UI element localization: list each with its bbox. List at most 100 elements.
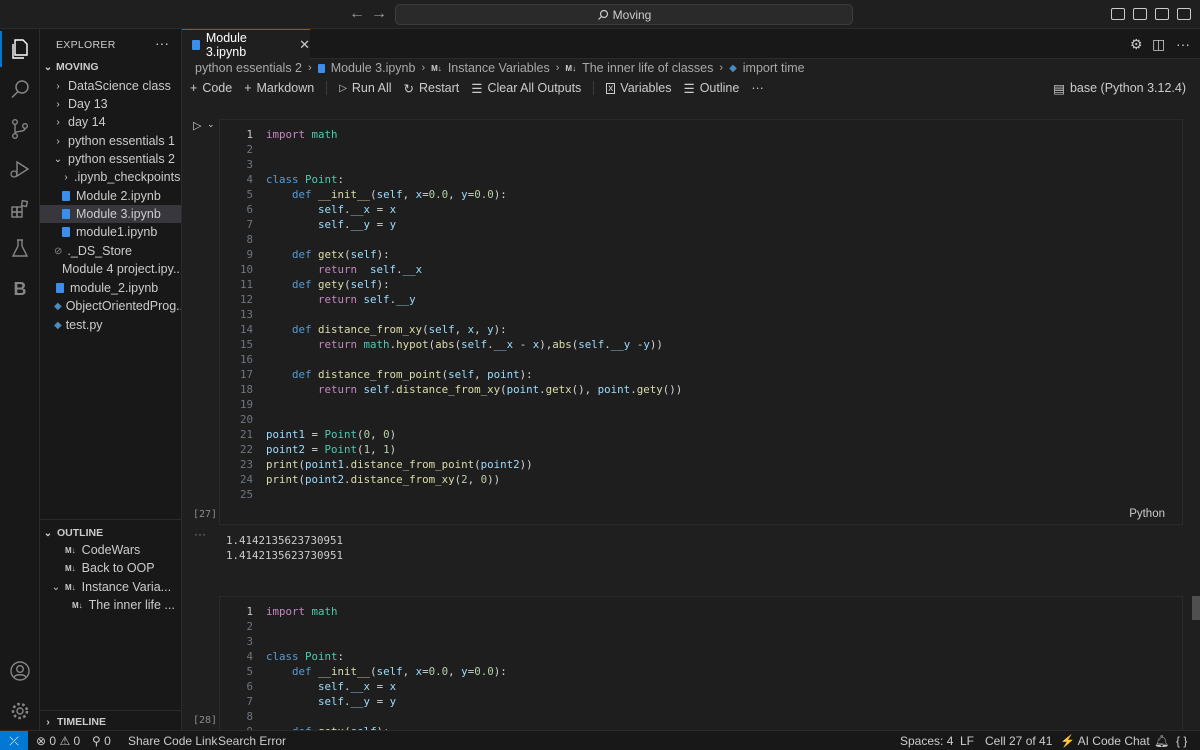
file-item[interactable]: Module 4 project.ipy... <box>40 260 181 278</box>
indentation-setting[interactable]: Spaces: 4 <box>900 734 953 748</box>
code-line: 4 class Point: <box>246 173 345 186</box>
file-item[interactable]: ◆ test.py <box>40 316 181 334</box>
timeline-section-header[interactable]: › TIMELINE <box>40 712 181 730</box>
tab-module-3[interactable]: Module 3.ipynb ✕ <box>182 29 310 59</box>
chevron-right-icon: › <box>56 116 60 128</box>
search-error[interactable]: Search Error <box>218 734 286 748</box>
settings-gear-icon[interactable]: ⚙ <box>1130 36 1143 53</box>
source-control-icon[interactable] <box>0 111 40 147</box>
chevron-right-icon: › <box>308 62 312 74</box>
chevron-right-icon: › <box>64 171 68 183</box>
file-item[interactable]: ◆ ObjectOrientedProg... <box>40 297 181 315</box>
outline-section-header[interactable]: ⌄ OUTLINE <box>40 523 181 543</box>
b-extension-icon[interactable]: B <box>0 271 40 307</box>
variables-button[interactable]: x Variables <box>606 81 671 95</box>
code-line: 6 self.__x = x <box>246 680 397 693</box>
plus-icon: + <box>190 81 198 95</box>
python-file-icon: ◆ <box>54 300 62 312</box>
toggle-panel-icon[interactable] <box>1133 8 1147 20</box>
search-icon[interactable] <box>0 71 40 107</box>
more-actions-icon[interactable]: ··· <box>1176 36 1190 52</box>
breadcrumb-subsection[interactable]: The inner life of classes <box>582 61 713 75</box>
clear-all-icon: ☰ <box>471 81 483 96</box>
file-item-selected[interactable]: Module 3.ipynb <box>40 205 181 223</box>
manage-gear-icon[interactable] <box>0 693 40 729</box>
file-item[interactable]: module1.ipynb <box>40 223 181 241</box>
notebook-file-icon <box>317 63 325 73</box>
markdown-icon: M↓ <box>565 63 577 73</box>
code-line: 9 def getx(self): <box>246 248 390 261</box>
accounts-icon[interactable] <box>0 653 40 689</box>
run-all-button[interactable]: ▷ Run All <box>339 81 391 95</box>
ai-code-chat[interactable]: ⚡ AI Code Chat <box>1060 734 1150 748</box>
share-code-link[interactable]: Share Code Link <box>128 734 217 748</box>
outline-item[interactable]: ⌄ M↓ Instance Varia... <box>40 578 181 596</box>
code-cell[interactable]: 1 import math 2 3 4 class Point: 5 def __i… <box>219 119 1183 525</box>
outline-item[interactable]: M↓ Back to OOP <box>40 559 181 577</box>
forward-arrow-icon[interactable]: → <box>371 5 387 23</box>
extensions-icon[interactable] <box>0 191 40 227</box>
chevron-down-icon: ⌄ <box>51 581 61 593</box>
output-more-icon[interactable]: ··· <box>194 527 206 541</box>
chevron-down-icon: ⌄ <box>43 61 53 73</box>
close-icon[interactable]: ✕ <box>299 37 310 53</box>
ports-indicator[interactable]: ⚲ 0 <box>92 734 111 748</box>
code-cell[interactable]: 1 import math 2 3 4 class Point: 5 def __i… <box>219 596 1183 730</box>
outline-item[interactable]: M↓ CodeWars <box>40 541 181 559</box>
outline-item[interactable]: M↓ The inner life ... <box>40 596 181 614</box>
problems-indicator[interactable]: ⊗ 0 ⚠ 0 <box>36 734 80 748</box>
error-icon: ⊗ <box>36 734 47 748</box>
folder-item[interactable]: › day 14 <box>40 113 181 131</box>
folder-item[interactable]: › DataScience class <box>40 77 181 95</box>
scrollbar-thumb[interactable] <box>1192 596 1200 620</box>
folder-item[interactable]: › .ipynb_checkpoints <box>40 168 181 186</box>
clear-outputs-button[interactable]: ☰ Clear All Outputs <box>471 81 581 96</box>
eol-setting[interactable]: LF <box>960 734 974 748</box>
add-markdown-cell-button[interactable]: + Markdown <box>244 81 314 95</box>
code-line: 5 def __init__(self, x=0.0, y=0.0): <box>246 665 507 678</box>
toggle-primary-sidebar-icon[interactable] <box>1111 8 1125 20</box>
file-item[interactable]: ⊘ ._DS_Store <box>40 242 181 260</box>
cell-language-label[interactable]: Python <box>1129 508 1165 520</box>
markdown-icon: M↓ <box>431 63 442 73</box>
run-debug-icon[interactable] <box>0 151 40 187</box>
split-editor-icon[interactable]: ◫ <box>1152 36 1165 53</box>
code-line: 2 <box>246 143 253 156</box>
kernel-picker[interactable]: ▤ base (Python 3.12.4) <box>1053 77 1186 99</box>
notebook-cells: ▷ ⌄ 1 import math 2 3 4 class Point: 5 def… <box>182 101 1190 730</box>
breadcrumb-cell[interactable]: import time <box>743 61 805 75</box>
folder-item-expanded[interactable]: ⌄ python essentials 2 <box>40 150 181 168</box>
run-dropdown-chevron-icon[interactable]: ⌄ <box>207 119 215 130</box>
testing-flask-icon[interactable] <box>0 231 40 267</box>
toggle-secondary-sidebar-icon[interactable] <box>1155 8 1169 20</box>
breadcrumb-file[interactable]: Module 3.ipynb <box>331 61 416 75</box>
back-arrow-icon[interactable]: ← <box>349 5 365 23</box>
add-code-cell-button[interactable]: + Code <box>190 81 232 95</box>
run-cell-icon[interactable]: ▷ <box>193 119 201 132</box>
python-file-icon: ◆ <box>54 319 62 331</box>
markdown-icon: M↓ <box>65 563 76 573</box>
restart-button[interactable]: ↻ Restart <box>404 81 460 96</box>
chevron-right-icon: › <box>56 80 60 92</box>
customize-layout-icon[interactable] <box>1177 8 1191 20</box>
folder-item[interactable]: › Day 13 <box>40 95 181 113</box>
braces-icon[interactable]: { } <box>1176 734 1187 748</box>
breadcrumb-folder[interactable]: python essentials 2 <box>195 61 302 75</box>
code-line: 10 return self.__x <box>239 263 423 276</box>
broadcast-icon: ⚲ <box>92 734 101 748</box>
remote-indicator-icon[interactable]: ⤫ <box>0 731 28 750</box>
more-actions-icon[interactable]: ··· <box>155 35 169 51</box>
cell-position[interactable]: Cell 27 of 41 <box>985 734 1052 748</box>
breadcrumb-section[interactable]: Instance Variables <box>448 61 550 75</box>
folder-item[interactable]: › python essentials 1 <box>40 132 181 150</box>
explorer-icon[interactable] <box>0 31 40 67</box>
command-center-search[interactable]: Moving <box>395 4 853 25</box>
notifications-bell-icon[interactable]: 🔔︎ <box>1154 734 1169 748</box>
outline-button[interactable]: ☰ Outline <box>683 81 739 96</box>
more-actions-icon[interactable]: ··· <box>751 81 764 95</box>
code-line: 19 <box>239 398 253 411</box>
file-item[interactable]: Module 2.ipynb <box>40 187 181 205</box>
chevron-right-icon: › <box>555 62 560 74</box>
file-item[interactable]: module_2.ipynb <box>40 279 181 297</box>
workspace-root[interactable]: ⌄ MOVING <box>40 58 181 76</box>
